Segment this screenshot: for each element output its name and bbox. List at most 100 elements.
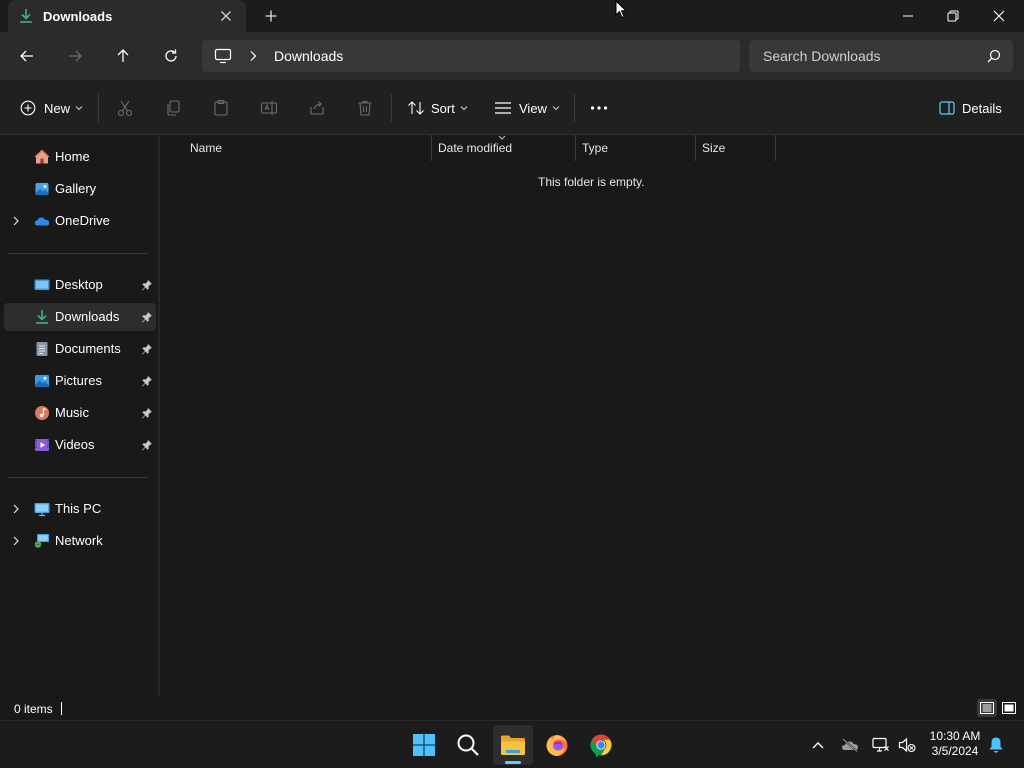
more-icon <box>590 106 608 110</box>
navigation-bar: Downloads Search Downloads <box>0 32 1024 80</box>
firefox-icon <box>546 735 568 756</box>
sidebar-item-label: Gallery <box>55 181 97 196</box>
close-tab-icon[interactable] <box>217 7 235 25</box>
forward-button[interactable] <box>63 44 87 68</box>
sidebar-item-label: Desktop <box>55 277 103 292</box>
clock-time: 10:30 AM <box>929 729 981 743</box>
sidebar-item-label: Home <box>55 149 90 164</box>
address-bar[interactable]: Downloads <box>202 40 740 72</box>
sort-button[interactable]: Sort <box>407 95 468 121</box>
notifications-button[interactable] <box>986 735 1006 755</box>
up-button[interactable] <box>111 44 135 68</box>
sidebar-item-music[interactable]: Music <box>4 399 156 427</box>
sort-icon <box>408 101 424 115</box>
tab-title: Downloads <box>43 9 113 24</box>
sort-label: Sort <box>431 100 455 116</box>
mouse-cursor-icon <box>615 0 627 19</box>
details-pane-button[interactable]: Details <box>939 95 1002 121</box>
network-tray-button[interactable] <box>871 735 891 755</box>
taskbar-file-explorer[interactable] <box>493 725 533 765</box>
copy-icon <box>167 100 180 116</box>
minimize-button[interactable] <box>885 0 931 32</box>
this-pc-icon <box>34 503 50 517</box>
bell-icon <box>989 737 1003 753</box>
sidebar-item-documents[interactable]: Documents <box>4 335 156 363</box>
chevron-down-icon <box>460 106 468 111</box>
column-header-size[interactable]: Size <box>702 141 725 163</box>
home-icon <box>34 149 50 164</box>
view-button[interactable]: View <box>494 95 560 121</box>
details-view-toggle[interactable] <box>977 699 997 717</box>
rename-button[interactable] <box>260 95 278 121</box>
sidebar-item-home[interactable]: Home <box>4 143 156 171</box>
pin-icon[interactable] <box>141 375 153 387</box>
restore-button[interactable] <box>930 0 976 32</box>
chevron-right-icon[interactable] <box>12 216 20 226</box>
sidebar-item-pictures[interactable]: Pictures <box>4 367 156 395</box>
column-header-type[interactable]: Type <box>582 141 608 163</box>
back-button[interactable] <box>15 44 39 68</box>
new-button[interactable]: New <box>20 95 83 121</box>
breadcrumb-downloads[interactable]: Downloads <box>274 48 343 64</box>
paste-button[interactable] <box>212 95 230 121</box>
search-box[interactable]: Search Downloads <box>749 40 1013 72</box>
sidebar-divider <box>8 253 148 254</box>
pin-icon[interactable] <box>141 439 153 451</box>
share-button[interactable] <box>308 95 326 121</box>
view-icon <box>495 102 511 114</box>
taskbar-firefox[interactable] <box>537 725 577 765</box>
new-tab-icon[interactable] <box>262 7 280 25</box>
pin-icon[interactable] <box>141 407 153 419</box>
onedrive-tray-button[interactable] <box>840 735 860 755</box>
sidebar-item-label: Documents <box>55 341 121 356</box>
column-header-date-modified[interactable]: Date modified <box>438 141 512 163</box>
file-list[interactable]: Name Date modified Type Size This folder… <box>160 135 1024 696</box>
pin-icon[interactable] <box>141 311 153 323</box>
column-divider[interactable] <box>431 135 432 161</box>
status-bar: 0 items <box>0 696 1024 720</box>
pin-icon[interactable] <box>141 279 153 291</box>
pin-icon[interactable] <box>141 343 153 355</box>
column-header-name[interactable]: Name <box>190 141 222 163</box>
details-view-icon <box>980 702 994 714</box>
rename-icon <box>260 101 278 115</box>
volume-tray-button[interactable] <box>897 735 917 755</box>
sidebar-item-label: Pictures <box>55 373 102 388</box>
search-icon[interactable] <box>987 49 1001 63</box>
chevron-right-icon[interactable] <box>12 536 20 546</box>
chevron-down-icon <box>75 106 83 111</box>
sidebar-item-onedrive[interactable]: OneDrive <box>4 207 156 235</box>
refresh-button[interactable] <box>159 44 183 68</box>
sidebar-item-downloads[interactable]: Downloads <box>4 303 156 331</box>
cut-button[interactable] <box>116 95 134 121</box>
sidebar-item-videos[interactable]: Videos <box>4 431 156 459</box>
chevron-right-icon[interactable] <box>248 50 258 62</box>
taskbar-chrome[interactable] <box>581 725 621 765</box>
search-input[interactable]: Search Downloads <box>763 48 881 64</box>
delete-button[interactable] <box>356 95 374 121</box>
tab-downloads[interactable]: Downloads <box>8 0 246 32</box>
tiles-view-toggle[interactable] <box>999 699 1019 717</box>
taskbar: 10:30 AM 3/5/2024 <box>0 720 1024 768</box>
new-label: New <box>44 100 71 116</box>
active-app-indicator <box>505 761 521 764</box>
column-divider[interactable] <box>775 135 776 161</box>
sidebar-item-gallery[interactable]: Gallery <box>4 175 156 203</box>
sidebar-item-network[interactable]: Network <box>4 527 156 555</box>
close-icon <box>993 10 1005 22</box>
chevron-right-icon[interactable] <box>12 504 20 514</box>
copy-button[interactable] <box>164 95 182 121</box>
start-button[interactable] <box>404 725 444 765</box>
restore-icon <box>947 10 959 22</box>
sidebar-item-this-pc[interactable]: This PC <box>4 495 156 523</box>
taskbar-search-button[interactable] <box>448 725 488 765</box>
sidebar-item-desktop[interactable]: Desktop <box>4 271 156 299</box>
sidebar-item-label: Network <box>55 533 103 548</box>
column-divider[interactable] <box>575 135 576 161</box>
more-options-button[interactable] <box>590 95 608 121</box>
show-hidden-icons-button[interactable] <box>808 735 828 755</box>
column-divider[interactable] <box>695 135 696 161</box>
close-window-button[interactable] <box>976 0 1022 32</box>
start-icon <box>413 734 435 756</box>
taskbar-clock[interactable]: 10:30 AM 3/5/2024 <box>924 729 986 759</box>
